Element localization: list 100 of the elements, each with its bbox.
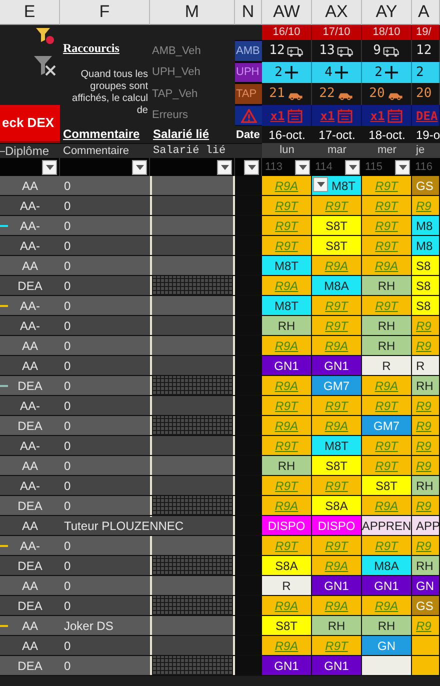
shift-cell[interactable]: R9A <box>312 596 362 615</box>
shift-cell[interactable]: M8 <box>412 216 440 235</box>
shift-cell[interactable]: R <box>262 576 312 595</box>
shift-cell[interactable]: M8T <box>312 176 362 195</box>
shift-cell[interactable]: R9A <box>262 176 312 195</box>
shift-cell[interactable]: R9 <box>412 396 440 415</box>
shift-cell[interactable]: RH <box>412 376 440 395</box>
shift-cell[interactable]: GN1 <box>262 356 312 375</box>
shift-cell[interactable]: R9A <box>312 556 362 575</box>
shift-cell[interactable]: R9T <box>312 196 362 215</box>
shift-cell[interactable]: M8T <box>312 436 362 455</box>
shift-cell[interactable]: M8T <box>262 296 312 315</box>
shift-cell[interactable]: R9T <box>362 436 412 455</box>
shift-cell[interactable]: M8T <box>262 256 312 275</box>
filter-dropdown[interactable] <box>295 160 310 174</box>
shift-cell[interactable]: APPREN <box>362 516 412 535</box>
shift-cell[interactable]: RH <box>362 316 412 335</box>
shift-cell[interactable]: RH <box>312 616 362 635</box>
column-header[interactable]: AY <box>362 0 412 25</box>
shift-cell[interactable]: R9A <box>312 336 362 355</box>
shift-cell[interactable]: R9T <box>262 216 312 235</box>
shift-cell[interactable]: GN <box>362 636 412 655</box>
shift-cell[interactable]: R9T <box>262 476 312 495</box>
shift-cell[interactable]: R9 <box>412 316 440 335</box>
shift-cell[interactable]: R9T <box>362 196 412 215</box>
shift-cell[interactable]: S8T <box>312 456 362 475</box>
shift-cell[interactable]: R9T <box>312 476 362 495</box>
shift-cell[interactable]: S8 <box>412 276 440 295</box>
filter-dropdown[interactable] <box>345 160 360 174</box>
shift-cell[interactable]: R9T <box>312 316 362 335</box>
shift-cell[interactable]: M8A <box>362 556 412 575</box>
shift-cell[interactable]: R9T <box>362 216 412 235</box>
shift-cell[interactable]: S8 <box>412 256 440 275</box>
shift-cell[interactable]: R9A <box>312 416 362 435</box>
shift-cell[interactable]: R9T <box>262 236 312 255</box>
shift-cell[interactable]: R <box>412 356 440 375</box>
shift-cell[interactable]: R9A <box>312 256 362 275</box>
shift-cell[interactable]: RH <box>362 336 412 355</box>
shift-cell[interactable]: R9A <box>262 636 312 655</box>
shift-cell[interactable]: S8T <box>312 236 362 255</box>
shift-cell[interactable]: R9A <box>262 276 312 295</box>
shift-cell[interactable]: GS <box>412 176 440 195</box>
shift-cell[interactable]: GN1 <box>312 656 362 675</box>
shift-cell[interactable]: GN1 <box>312 356 362 375</box>
filter-dropdown[interactable] <box>42 160 57 174</box>
shift-cell[interactable]: S8A <box>262 556 312 575</box>
shift-cell[interactable]: R9 <box>412 416 440 435</box>
shift-cell[interactable]: S8 <box>412 296 440 315</box>
filter-dropdown[interactable] <box>217 160 232 174</box>
shift-cell[interactable]: R9T <box>312 636 362 655</box>
cell-dropdown[interactable] <box>313 177 328 192</box>
shift-cell[interactable]: RH <box>262 316 312 335</box>
shift-cell[interactable]: R9T <box>362 236 412 255</box>
shift-cell[interactable]: R9T <box>362 396 412 415</box>
shift-cell[interactable]: S8T <box>262 616 312 635</box>
shortcuts-link[interactable]: Raccourcis <box>63 39 120 57</box>
column-header[interactable]: F <box>60 0 150 25</box>
shift-cell[interactable]: GM7 <box>312 376 362 395</box>
check-button[interactable]: eck DEX <box>0 105 60 143</box>
shift-cell[interactable]: S8A <box>312 496 362 515</box>
shift-cell[interactable]: S8T <box>362 476 412 495</box>
shift-cell[interactable]: DISPO <box>262 516 312 535</box>
shift-cell[interactable]: R9T <box>262 196 312 215</box>
shift-cell[interactable]: RH <box>412 476 440 495</box>
shift-cell[interactable]: R9 <box>412 456 440 475</box>
shift-cell[interactable]: R9A <box>362 496 412 515</box>
shift-cell[interactable]: R9 <box>412 616 440 635</box>
column-header[interactable]: N <box>235 0 262 25</box>
filter-dropdown[interactable] <box>132 160 147 174</box>
shift-cell[interactable]: RH <box>362 616 412 635</box>
shift-cell[interactable]: GN1 <box>262 656 312 675</box>
shift-cell[interactable]: R9A <box>262 376 312 395</box>
shift-cell[interactable]: R <box>362 356 412 375</box>
filter-dropdown[interactable] <box>244 160 259 174</box>
shift-cell[interactable]: R9 <box>412 336 440 355</box>
shift-cell[interactable]: R9T <box>312 296 362 315</box>
shift-cell[interactable]: APP <box>412 516 440 535</box>
shift-cell[interactable] <box>412 636 440 655</box>
shift-cell[interactable]: R9T <box>262 536 312 555</box>
shift-cell[interactable]: R9 <box>412 536 440 555</box>
shift-cell[interactable]: R9A <box>362 256 412 275</box>
shift-cell[interactable]: RH <box>412 556 440 575</box>
shift-cell[interactable]: R9A <box>262 496 312 515</box>
shift-cell[interactable]: GN <box>412 576 440 595</box>
column-header[interactable]: AW <box>262 0 312 25</box>
shift-cell[interactable]: M8 <box>412 236 440 255</box>
shift-cell[interactable]: GN1 <box>362 576 412 595</box>
shift-cell[interactable]: R9T <box>362 296 412 315</box>
shift-cell[interactable]: R9A <box>262 596 312 615</box>
shift-cell[interactable]: R9A <box>362 596 412 615</box>
shift-cell[interactable]: DISPO <box>312 516 362 535</box>
shift-cell[interactable]: GS <box>412 596 440 615</box>
shift-cell[interactable]: R9 <box>412 196 440 215</box>
shift-cell[interactable]: RH <box>262 456 312 475</box>
shift-cell[interactable] <box>362 656 412 675</box>
column-header[interactable]: M <box>150 0 235 25</box>
shift-cell[interactable]: M8A <box>312 276 362 295</box>
shift-cell[interactable]: R9T <box>262 396 312 415</box>
shift-cell[interactable]: GN1 <box>312 576 362 595</box>
shift-cell[interactable]: R9T <box>312 536 362 555</box>
